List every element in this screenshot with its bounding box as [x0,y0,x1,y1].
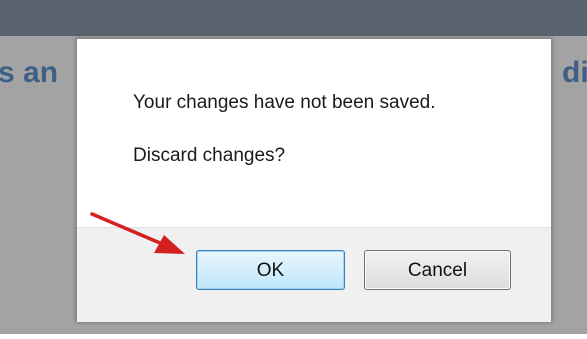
red-arrow-icon [90,212,185,254]
